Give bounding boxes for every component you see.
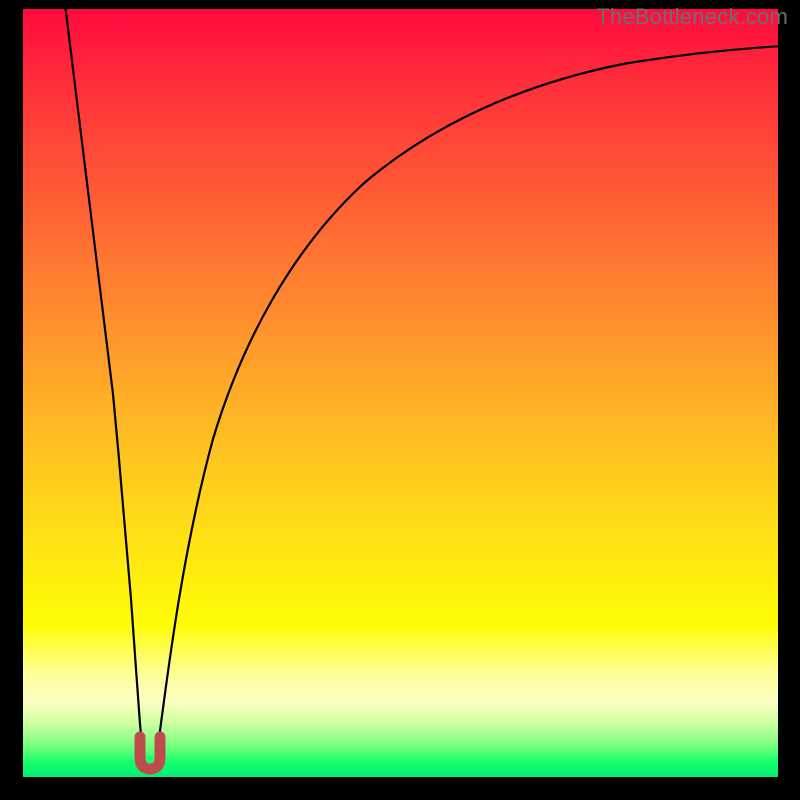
watermark-text: TheBottleneck.com bbox=[596, 4, 788, 30]
min-u-marker bbox=[140, 737, 160, 769]
curve-layer bbox=[23, 9, 778, 777]
plot-area bbox=[23, 9, 778, 777]
curve-left-branch bbox=[65, 9, 143, 754]
curve-right-branch bbox=[157, 46, 778, 754]
chart-frame: TheBottleneck.com bbox=[0, 0, 800, 800]
